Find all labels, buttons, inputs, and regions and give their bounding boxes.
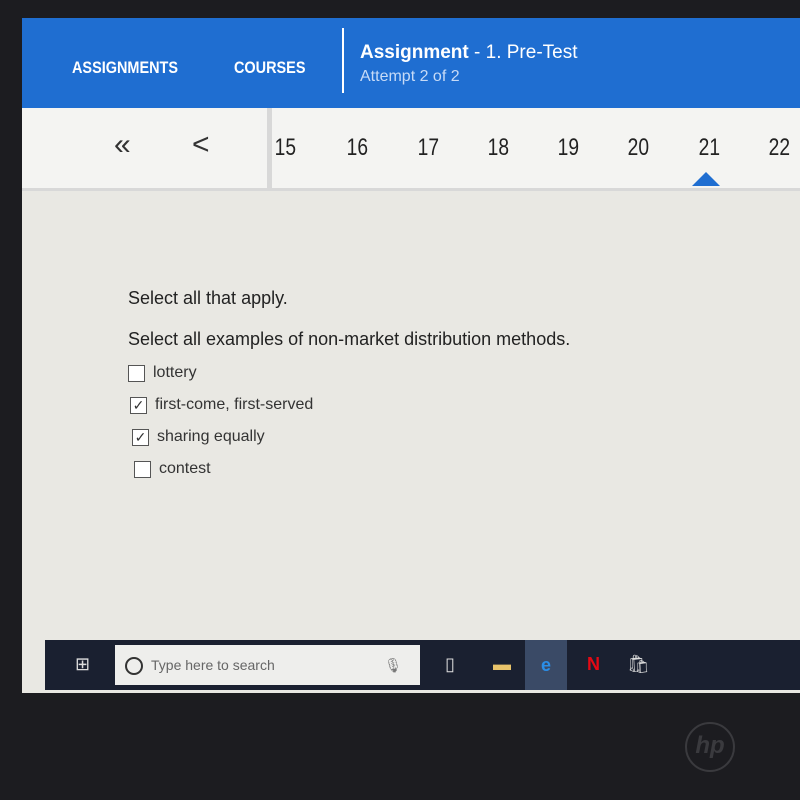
checkbox-checked[interactable]: ✓ — [130, 396, 147, 414]
option-label: lottery — [153, 364, 197, 381]
cortana-icon — [125, 657, 143, 676]
search-box[interactable]: Type here to search 🎙 — [115, 645, 420, 685]
subtitle: - 1. Pre-Test — [474, 42, 578, 63]
option-sharing[interactable]: ✓ sharing equally — [132, 428, 570, 446]
attempt: Attempt 2 of 2 — [360, 68, 460, 85]
page-16[interactable]: 16 — [347, 134, 368, 162]
taskbar: ⊞ Type here to search 🎙 ▯ ▬ e N 🛍 — [45, 640, 800, 690]
nav-courses[interactable]: COURSES — [234, 58, 305, 78]
option-contest[interactable]: contest — [134, 460, 570, 478]
option-label: sharing equally — [157, 428, 265, 445]
page-22[interactable]: 22 — [769, 134, 790, 162]
page-19[interactable]: 19 — [558, 134, 579, 162]
page-21[interactable]: 21 — [699, 134, 720, 162]
current-page-indicator — [692, 172, 720, 186]
option-label: contest — [159, 460, 211, 477]
question-pager: « < 15 16 17 18 19 20 21 22 — [22, 108, 800, 191]
assignment-title: Assignment - 1. Pre-Test Attempt 2 of 2 — [342, 28, 578, 93]
checkbox[interactable] — [128, 364, 145, 382]
page-18[interactable]: 18 — [488, 134, 509, 162]
divider — [267, 108, 272, 188]
netflix-icon[interactable]: N — [587, 654, 600, 675]
store-icon[interactable]: 🛍 — [627, 654, 650, 675]
first-page-button[interactable]: « — [114, 128, 131, 162]
page-20[interactable]: 20 — [628, 134, 649, 162]
title: Assignment — [360, 42, 469, 63]
search-placeholder: Type here to search — [151, 657, 275, 673]
windows-icon[interactable]: ⊞ — [75, 654, 90, 675]
option-first-come[interactable]: ✓ first-come, first-served — [130, 396, 570, 414]
hp-logo: hp — [685, 722, 735, 772]
instruction: Select all that apply. — [128, 288, 288, 308]
microphone-icon[interactable]: 🎙 — [384, 645, 402, 685]
page-15[interactable]: 15 — [275, 134, 296, 162]
task-view-icon[interactable]: ▯ — [445, 654, 455, 675]
checkbox-checked[interactable]: ✓ — [132, 428, 149, 446]
prev-page-button[interactable]: < — [192, 128, 210, 162]
option-label: first-come, first-served — [155, 396, 314, 413]
header: ASSIGNMENTS COURSES Assignment - 1. Pre-… — [22, 18, 800, 108]
prompt: Select all examples of non-market distri… — [128, 329, 571, 349]
file-explorer-icon[interactable]: ▬ — [493, 654, 511, 675]
page-17[interactable]: 17 — [418, 134, 439, 162]
nav-assignments[interactable]: ASSIGNMENTS — [72, 58, 178, 78]
checkbox[interactable] — [134, 460, 151, 478]
question: Select all that apply. Select all exampl… — [128, 288, 570, 478]
option-lottery[interactable]: lottery — [128, 364, 570, 382]
edge-icon[interactable]: e — [525, 640, 567, 690]
